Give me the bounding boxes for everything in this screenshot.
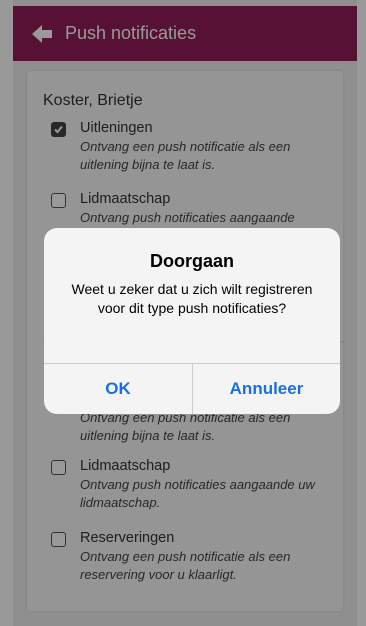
dialog-message: Weet u zeker dat u zich wilt registreren…: [71, 281, 313, 316]
cancel-button[interactable]: Annuleer: [193, 364, 340, 414]
dialog-title: Doorgaan: [149, 251, 234, 271]
ok-button[interactable]: OK: [44, 364, 192, 414]
confirm-dialog: Doorgaan Weet u zeker dat u zich wilt re…: [44, 228, 340, 414]
